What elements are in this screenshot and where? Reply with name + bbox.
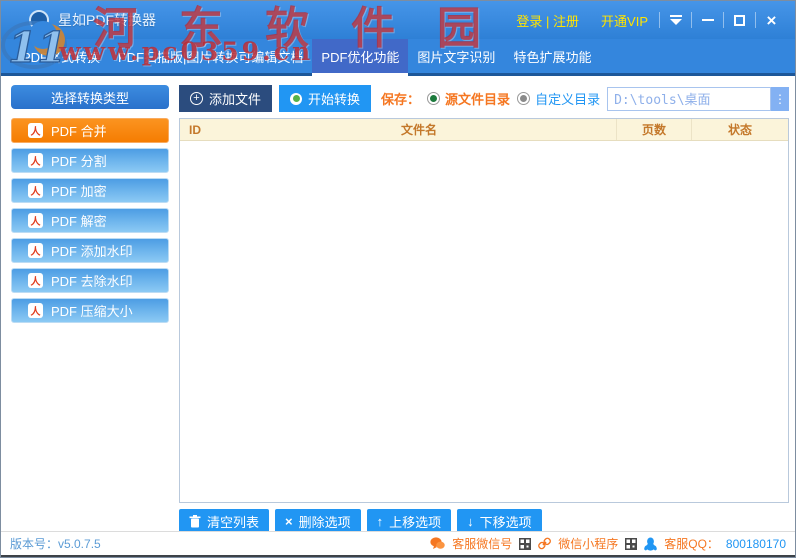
status-bar-right: 客服微信号 微信小程序 [430, 535, 786, 552]
start-dot-icon [290, 93, 302, 105]
sidebar-item-pdf-split[interactable]: 人 PDF 分割 [11, 148, 169, 173]
sidebar-item-pdf-encrypt[interactable]: 人 PDF 加密 [11, 178, 169, 203]
down-arrow-icon: ↓ [467, 515, 474, 528]
minimize-icon [702, 19, 714, 21]
delete-selected-label: 删除选项 [299, 512, 351, 531]
skin-menu-button[interactable] [660, 7, 691, 33]
move-down-label: 下移选项 [480, 512, 532, 531]
x-icon: × [285, 515, 293, 528]
pdf-file-icon: 人 [28, 153, 43, 168]
delete-selected-button[interactable]: × 删除选项 [275, 509, 361, 533]
custom-dir-radio[interactable]: 自定义目录 [517, 89, 600, 108]
pdf-file-icon: 人 [28, 183, 43, 198]
file-table-body [180, 141, 788, 502]
sidebar-item-label: PDF 加密 [51, 181, 107, 200]
output-path-group: ⋮ [607, 87, 789, 111]
sidebar-item-label: PDF 压缩大小 [51, 301, 133, 320]
browse-folder-button[interactable]: ⋮ [771, 87, 789, 111]
content-area: 选择转换类型 人 PDF 合并 人 PDF 分割 人 PDF 加密 人 PDF … [1, 79, 795, 531]
close-button[interactable]: × [756, 7, 787, 33]
add-circle-icon: + [190, 92, 203, 105]
sidebar-item-pdf-merge[interactable]: 人 PDF 合并 [11, 118, 169, 143]
close-icon: × [767, 12, 777, 29]
maximize-icon [734, 15, 745, 26]
status-bar: 版本号：v5.0.7.5 客服微信号 [1, 531, 795, 555]
pdf-file-icon: 人 [28, 213, 43, 228]
pdf-file-icon: 人 [28, 243, 43, 258]
titlebar: 星如PDF转换器 登录 | 注册 开通VIP × [1, 1, 795, 39]
file-table: ID 文件名 页数 状态 [179, 118, 789, 503]
main-panel: + 添加文件 开始转换 保存： 源文件目录 自定义目录 [179, 85, 789, 531]
add-files-label: 添加文件 [209, 89, 261, 108]
tab-special-features[interactable]: 特色扩展功能 [504, 39, 600, 73]
wechat-icon [430, 537, 445, 550]
miniprogram-label[interactable]: 微信小程序 [558, 535, 618, 552]
start-convert-button[interactable]: 开始转换 [279, 85, 371, 112]
sidebar-item-label: PDF 解密 [51, 211, 107, 230]
column-header-id: ID [180, 119, 222, 140]
add-files-button[interactable]: + 添加文件 [179, 85, 272, 112]
version-label: 版本号：v5.0.7.5 [10, 535, 101, 552]
tab-pdf-scan-to-editable[interactable]: PDF扫描版|图片转换可编辑文档 [109, 39, 312, 73]
app-window: 星如PDF转换器 登录 | 注册 开通VIP × PDF格式转换 PDF扫描版|… [0, 0, 796, 558]
app-logo-icon [29, 10, 49, 30]
move-up-button[interactable]: ↑ 上移选项 [367, 509, 452, 533]
open-vip-link[interactable]: 开通VIP [590, 11, 659, 30]
column-header-filename: 文件名 [222, 119, 616, 140]
move-up-label: 上移选项 [389, 512, 441, 531]
move-down-button[interactable]: ↓ 下移选项 [457, 509, 542, 533]
sidebar-header: 选择转换类型 [11, 85, 169, 109]
source-dir-radio[interactable]: 源文件目录 [427, 89, 510, 108]
qrcode-icon [625, 538, 637, 550]
file-table-header: ID 文件名 页数 状态 [180, 119, 788, 141]
radio-selected-icon [427, 92, 440, 105]
tab-image-ocr[interactable]: 图片文字识别 [408, 39, 504, 73]
sidebar-item-pdf-add-watermark[interactable]: 人 PDF 添加水印 [11, 238, 169, 263]
column-header-pages: 页数 [616, 119, 692, 140]
pdf-file-icon: 人 [28, 123, 43, 138]
maximize-button[interactable] [724, 7, 755, 33]
link-icon [538, 537, 551, 550]
tab-pdf-format-convert[interactable]: PDF格式转换 [13, 39, 109, 73]
list-action-buttons: 清空列表 × 删除选项 ↑ 上移选项 ↓ 下移选项 [179, 509, 542, 533]
source-dir-label: 源文件目录 [445, 89, 510, 108]
tab-pdf-optimize[interactable]: PDF优化功能 [312, 39, 408, 76]
output-path-input[interactable] [607, 87, 771, 111]
toolbar: + 添加文件 开始转换 保存： 源文件目录 自定义目录 [179, 85, 789, 112]
sidebar: 选择转换类型 人 PDF 合并 人 PDF 分割 人 PDF 加密 人 PDF … [11, 85, 169, 328]
sidebar-item-label: PDF 添加水印 [51, 241, 133, 260]
radio-unselected-icon [517, 92, 530, 105]
app-title: 星如PDF转换器 [58, 10, 156, 30]
wechat-label[interactable]: 客服微信号 [452, 535, 512, 552]
qq-number: 800180170 [726, 537, 786, 551]
skin-dropdown-icon [670, 15, 682, 25]
login-register-link[interactable]: 登录 | 注册 [505, 11, 590, 30]
clear-list-label: 清空列表 [207, 512, 259, 531]
clear-list-button[interactable]: 清空列表 [179, 509, 269, 533]
pdf-file-icon: 人 [28, 273, 43, 288]
tab-bar: PDF格式转换 PDF扫描版|图片转换可编辑文档 PDF优化功能 图片文字识别 … [1, 39, 795, 76]
qrcode-icon [519, 538, 531, 550]
start-convert-label: 开始转换 [308, 89, 360, 108]
pdf-file-icon: 人 [28, 303, 43, 318]
custom-dir-label: 自定义目录 [535, 89, 600, 108]
titlebar-controls: 登录 | 注册 开通VIP × [505, 7, 787, 33]
sidebar-item-pdf-remove-watermark[interactable]: 人 PDF 去除水印 [11, 268, 169, 293]
qq-penguin-icon [644, 537, 657, 551]
column-header-status: 状态 [692, 119, 788, 140]
sidebar-item-label: PDF 分割 [51, 151, 107, 170]
trash-icon [189, 515, 201, 528]
minimize-button[interactable] [692, 7, 723, 33]
sidebar-item-pdf-decrypt[interactable]: 人 PDF 解密 [11, 208, 169, 233]
sidebar-item-label: PDF 合并 [51, 121, 107, 140]
browse-dots-icon: ⋮ [774, 92, 786, 106]
qq-label: 客服QQ： [664, 535, 719, 552]
up-arrow-icon: ↑ [377, 515, 384, 528]
save-label: 保存： [381, 89, 420, 108]
sidebar-item-label: PDF 去除水印 [51, 271, 133, 290]
sidebar-item-pdf-compress[interactable]: 人 PDF 压缩大小 [11, 298, 169, 323]
